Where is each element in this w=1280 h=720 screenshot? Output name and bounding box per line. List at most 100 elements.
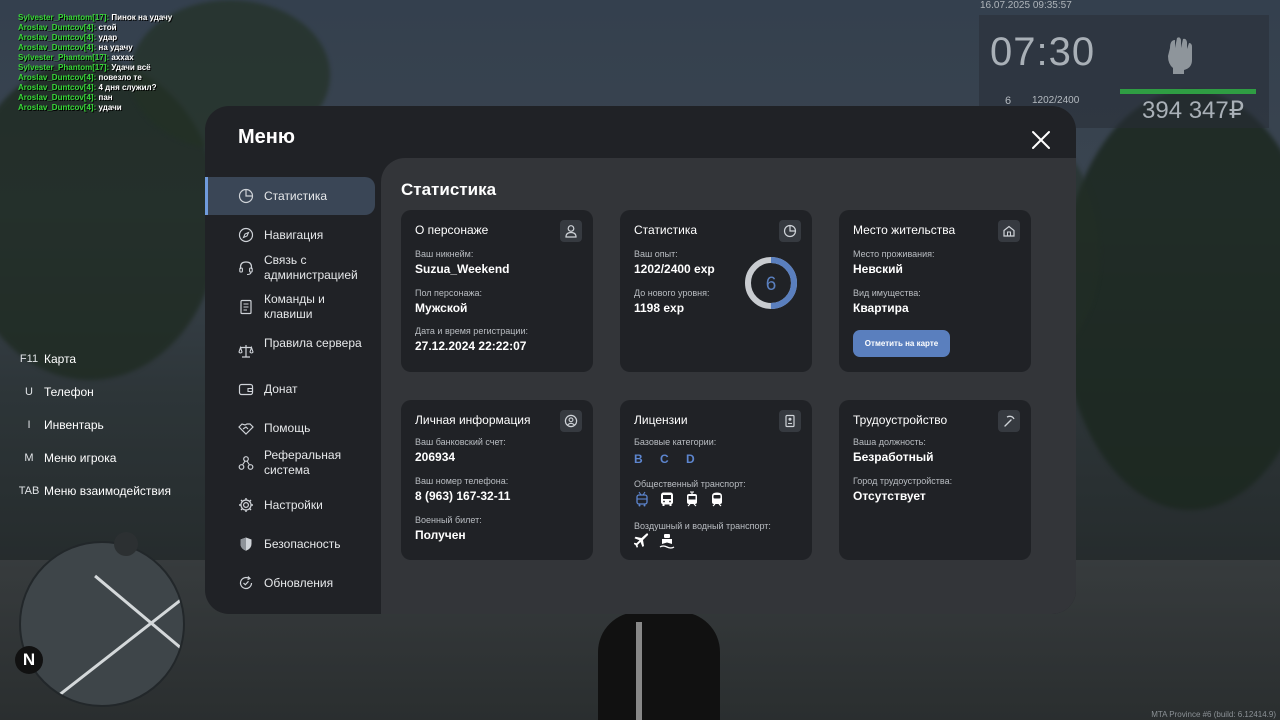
keybind-item: I Инвентарь (14, 418, 171, 451)
chat-sender: Sylvester_Phantom[17]: (18, 53, 110, 62)
public-transport-icons (634, 491, 725, 507)
sidebar-item-wallet[interactable]: Донат (205, 370, 375, 408)
chat-line: Aroslav_Duntcov[4]: удар (18, 33, 172, 43)
keybind-action: Меню взаимодействия (44, 484, 171, 498)
chat-message: 4 дня служил? (98, 83, 157, 92)
keybind-key: U (25, 386, 33, 398)
job-city-label: Город трудоустройства: (853, 476, 953, 486)
sidebar-item-label: Навигация (264, 228, 324, 242)
document-icon (240, 299, 252, 315)
sidebar-item-label: Помощь (264, 421, 311, 435)
card-title: Личная информация (415, 413, 531, 427)
content-title: Статистика (401, 180, 497, 199)
sidebar-item-label: Статистика (264, 189, 328, 203)
metro-icon (712, 492, 722, 507)
gear-icon (239, 498, 253, 512)
hud-health-bar (1120, 89, 1256, 94)
north-indicator: N (15, 646, 43, 674)
card-title: Место жительства (853, 223, 956, 237)
update-icon (239, 576, 253, 590)
sidebar-item-scales[interactable]: Правила сервера (205, 332, 375, 370)
chat-message: аххах (111, 53, 134, 62)
sidebar-item-gear[interactable]: Настройки (205, 486, 375, 524)
sidebar-item-label: Безопасность (264, 537, 341, 551)
sidebar-item-shield[interactable]: Безопасность (205, 525, 375, 563)
sidebar-item-label: Донат (264, 382, 298, 396)
keybind-key: M (24, 452, 34, 464)
mark-on-map-button[interactable]: Отметить на карте (853, 330, 950, 357)
chat-line: Aroslav_Duntcov[4]: стой (18, 23, 172, 33)
sidebar-item-label: Команды и клавиши (264, 292, 325, 321)
card-statistics: Статистика Ваш опыт: 1202/2400 exp До но… (620, 210, 812, 372)
registration-value: 27.12.2024 22:22:07 (415, 339, 527, 353)
close-icon[interactable] (1031, 130, 1051, 150)
sidebar-item-handshake[interactable]: Помощь (205, 409, 375, 447)
chat-message: стой (98, 23, 117, 32)
sidebar-item-headset[interactable]: Связь с администрацией (205, 249, 375, 287)
chat-message: удар (98, 33, 118, 42)
tram-icon (687, 491, 697, 507)
license-card-icon (779, 410, 801, 432)
chat-message: Пинок на удачу (111, 13, 173, 22)
sidebar-item-label: Обновления (264, 576, 334, 590)
residence-place-label: Место проживания: (853, 249, 935, 259)
sidebar-item-label: Правила сервера (264, 336, 362, 350)
sidebar-item-update[interactable]: Обновления (205, 564, 375, 602)
chat-sender: Aroslav_Duntcov[4]: (18, 73, 97, 82)
bank-account-label: Ваш банковский счет: (415, 437, 506, 447)
exp-label: Ваш опыт: (634, 249, 678, 259)
pie-chart-icon (779, 220, 801, 242)
registration-label: Дата и время регистрации: (415, 326, 528, 336)
chat-sender: Aroslav_Duntcov[4]: (18, 23, 97, 32)
chat-sender: Sylvester_Phantom[17]: (18, 13, 110, 22)
keybind-key: F11 (19, 353, 39, 365)
chat-sender: Aroslav_Duntcov[4]: (18, 33, 97, 42)
player-character (598, 612, 720, 720)
residence-place-value: Невский (853, 262, 903, 276)
chat-sender: Aroslav_Duntcov[4]: (18, 103, 97, 112)
next-level-value: 1198 exp (634, 301, 685, 315)
chat-line: Aroslav_Duntcov[4]: удачи (18, 103, 172, 113)
fuel-station-icon (114, 532, 138, 556)
gender-value: Мужской (415, 301, 468, 315)
card-character: О персонаже Ваш никнейм: Suzua_Weekend П… (401, 210, 593, 372)
boat-icon (659, 534, 675, 549)
chat-message: удачи (98, 103, 122, 112)
sidebar-item-pie-chart[interactable]: Статистика (205, 177, 375, 215)
chat-line: Aroslav_Duntcov[4]: 4 дня служил? (18, 83, 172, 93)
chat-sender: Aroslav_Duntcov[4]: (18, 43, 97, 52)
fist-icon (1168, 37, 1192, 74)
card-residence: Место жительства Место проживания: Невск… (839, 210, 1031, 372)
chat-line: Sylvester_Phantom[17]: Удачи всё (18, 63, 172, 73)
sidebar-item-referral[interactable]: Реферальная система (205, 444, 375, 482)
hud-clock: 07:30 (990, 30, 1096, 74)
gender-label: Пол персонажа: (415, 288, 483, 298)
next-level-label: До нового уровня: (634, 288, 710, 298)
keybind-item: M Меню игрока (14, 451, 171, 484)
sidebar-item-document[interactable]: Команды и клавиши (205, 288, 375, 326)
shield-icon (240, 537, 252, 551)
sidebar-item-label: Настройки (264, 498, 323, 512)
menu-modal: Меню Статистика Навигация Связь с админист… (205, 106, 1076, 614)
referral-icon (238, 456, 254, 470)
keybind-item: U Телефон (14, 385, 171, 418)
chat-line: Aroslav_Duntcov[4]: повезло те (18, 73, 172, 83)
hud-money: 394 347₽ (1142, 97, 1245, 124)
chat-line: Aroslav_Duntcov[4]: на удачу (18, 43, 172, 53)
phone-value: 8 (963) 167-32-11 (415, 489, 511, 503)
chat-message: пан (98, 93, 113, 102)
keybind-action: Телефон (44, 385, 94, 399)
home-icon (998, 220, 1020, 242)
air-water-transport-icons (634, 533, 675, 549)
wallet-icon (238, 383, 254, 396)
chat-line: Aroslav_Duntcov[4]: пан (18, 93, 172, 103)
base-categories-value: B C D (634, 452, 702, 466)
hud-exp: 1202/2400 (1032, 95, 1080, 106)
chat-message: Удачи всё (111, 63, 151, 72)
sidebar-item-label: Реферальная система (264, 448, 342, 477)
keybind-action: Карта (44, 352, 77, 366)
keybind-item: TAB Меню взаимодействия (14, 484, 171, 517)
chat-message: повезло те (98, 73, 142, 82)
nickname-value: Suzua_Weekend (415, 262, 510, 276)
card-personal-info: Личная информация Ваш банковский счет: 2… (401, 400, 593, 560)
